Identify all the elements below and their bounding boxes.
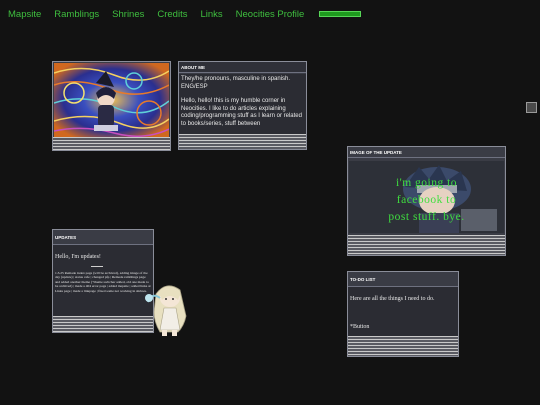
top-nav: Mapsite Ramblings Shrines Credits Links …: [8, 8, 362, 20]
about-window: ABOUT ME They/he pronouns, masculine in …: [178, 61, 307, 150]
updates-log: 1.3.25 Remade index page (will be archiv…: [55, 271, 151, 293]
corner-toggle-button[interactable]: [526, 102, 537, 113]
window-title: ABOUT ME: [179, 62, 306, 73]
nav-link-mapsite[interactable]: Mapsite: [8, 9, 41, 20]
avatar-window: [52, 61, 171, 151]
todo-window: TO-DO LIST Here are all the things I nee…: [347, 271, 459, 357]
image-of-update-window: IMAGE OF THE UPDATE i'm going to faceboo…: [347, 146, 506, 256]
nav-link-links[interactable]: Links: [200, 9, 222, 20]
updates-greeting: Hello, I'm updates!: [55, 254, 101, 260]
about-body[interactable]: They/he pronouns, masculine in spanish. …: [179, 74, 306, 134]
todo-body[interactable]: Here are all the things I need to do. *B…: [348, 287, 458, 337]
update-image-caption: i'm going to facebook to post stuff. bye…: [388, 177, 465, 223]
nav-link-credits[interactable]: Credits: [157, 9, 187, 20]
nav-link-ramblings[interactable]: Ramblings: [54, 9, 99, 20]
divider: [91, 266, 103, 267]
todo-item: *Button: [350, 324, 370, 330]
todo-intro: Here are all the things I need to do.: [350, 296, 435, 302]
window-footer-stripes: [348, 336, 458, 356]
window-title: TO-DO LIST: [348, 272, 458, 287]
nav-link-neocities-profile[interactable]: Neocities Profile: [236, 9, 305, 20]
window-title: IMAGE OF THE UPDATE: [348, 147, 505, 158]
update-image: i'm going to facebook to post stuff. bye…: [349, 161, 504, 233]
nav-link-shrines[interactable]: Shrines: [112, 9, 144, 20]
window-title: UPDATES: [53, 230, 153, 245]
chibi-character-image: [138, 276, 198, 338]
nav-status-bar: [319, 11, 362, 17]
window-footer-stripes: [53, 137, 170, 150]
about-pronouns: They/he pronouns, masculine in spanish. …: [181, 76, 291, 90]
about-intro: Hello, hello! this is my humble corner i…: [181, 98, 302, 127]
window-footer-stripes: [179, 134, 306, 149]
window-footer-stripes: [348, 235, 505, 255]
avatar-artwork: [54, 63, 169, 137]
